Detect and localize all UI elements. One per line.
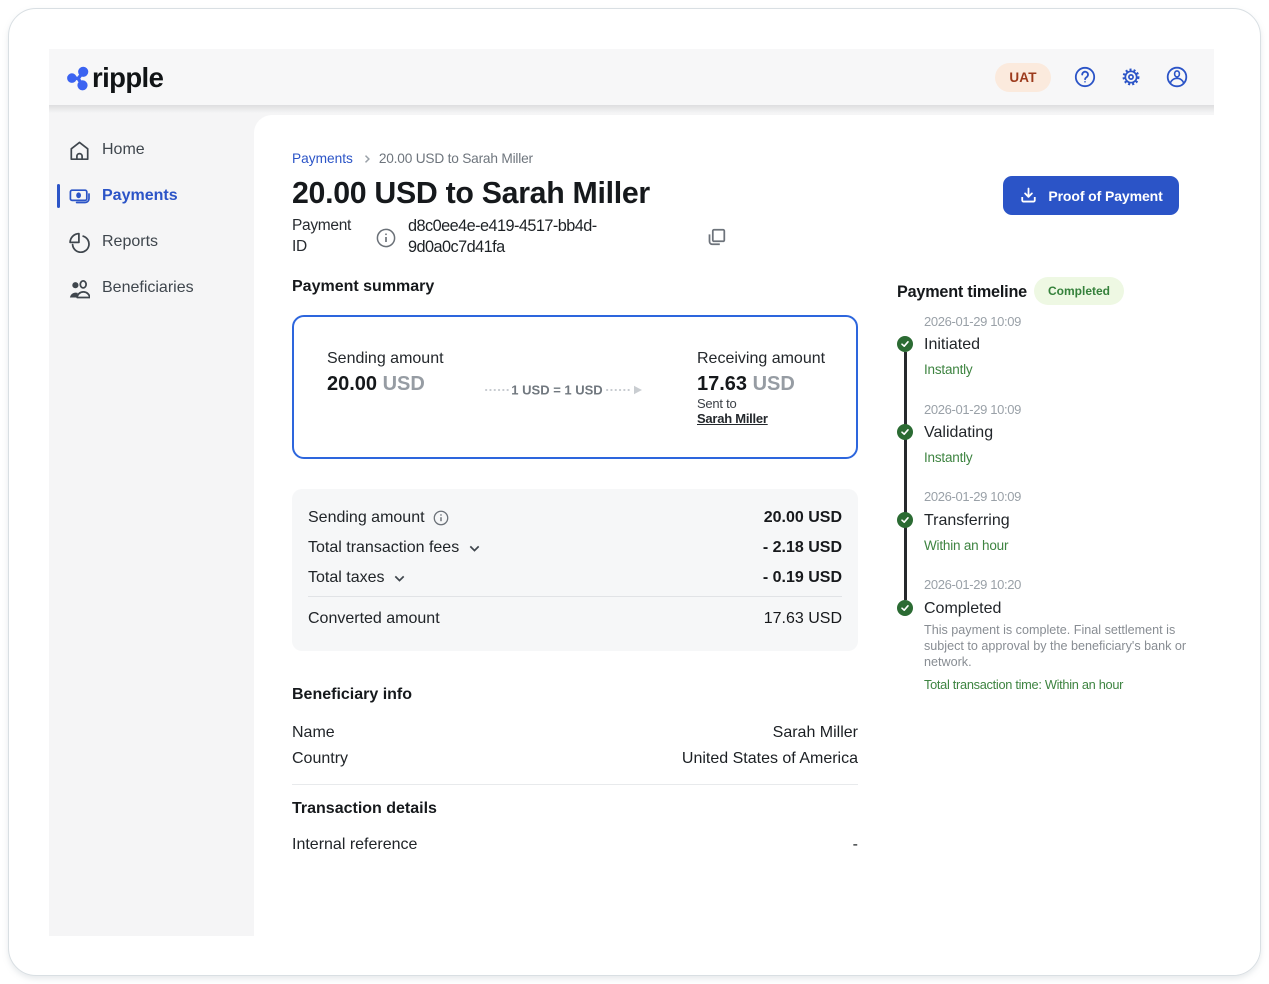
svg-text:1 USD = 1 USD: 1 USD = 1 USD (511, 383, 602, 398)
